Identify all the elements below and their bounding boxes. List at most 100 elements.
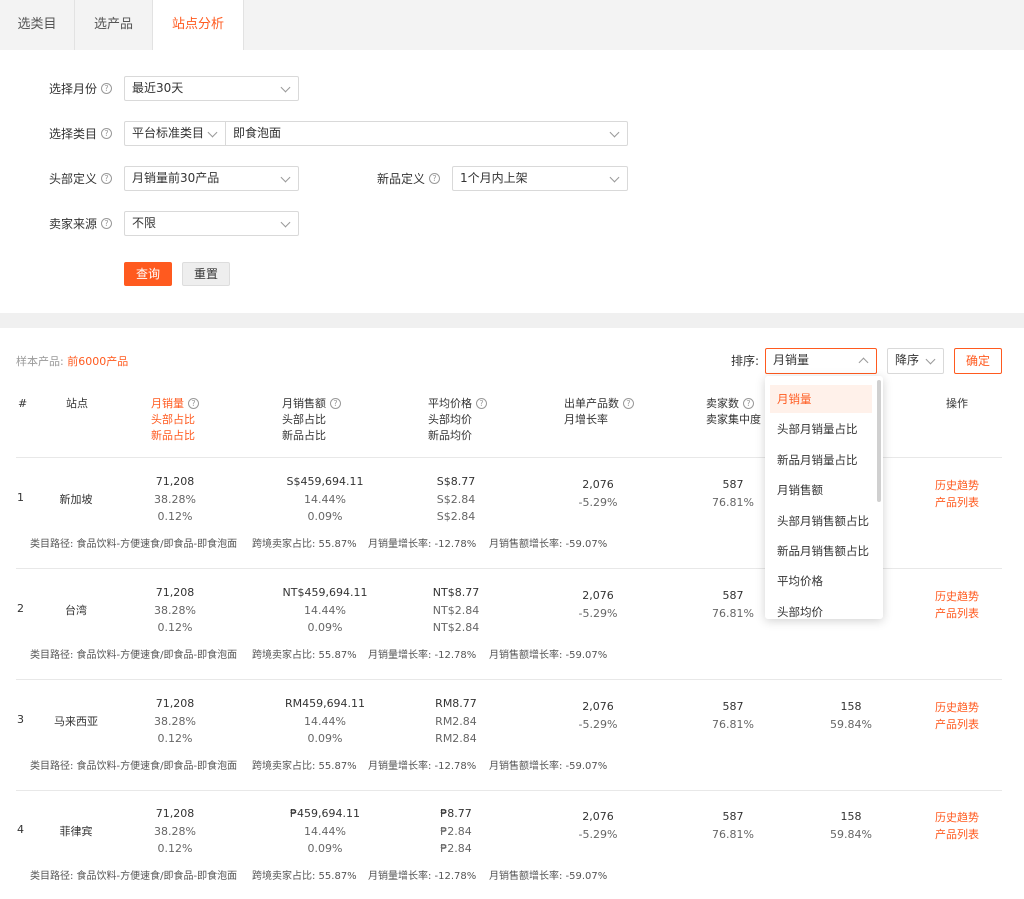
- month-select-value: 最近30天: [132, 81, 184, 95]
- revenue-growth: 月销售额增长率: -59.07%: [489, 761, 608, 772]
- product-list-link[interactable]: 产品列表: [935, 826, 979, 843]
- col-header-sellers[interactable]: 卖家数? 卖家集中度: [706, 396, 761, 428]
- chevron-down-icon: [280, 82, 291, 93]
- sales-cell: 71,208 38.28% 0.12%: [125, 695, 225, 748]
- help-icon[interactable]: ?: [330, 397, 341, 409]
- help-icon[interactable]: ?: [188, 397, 199, 409]
- price-cell-line: ₱8.77: [440, 807, 472, 820]
- new-def-label-text: 新品定义: [377, 172, 426, 186]
- price-cell: S$8.77 S$2.84 S$2.84: [406, 473, 506, 526]
- sales-cell: 71,208 38.28% 0.12%: [125, 805, 225, 858]
- sort-option[interactable]: 头部月销量占比: [770, 415, 872, 443]
- sales-cell-line: 71,208: [155, 586, 195, 599]
- sales-cell-line: 38.28%: [154, 603, 196, 617]
- row-index: 2: [17, 602, 24, 615]
- revenue-cell-line: 14.44%: [304, 714, 346, 728]
- concentration-cell: 158 59.84%: [801, 808, 901, 843]
- category-path: 类目路径: 食品饮料-方便速食/即食品-即食泡面: [30, 871, 238, 882]
- sales-cell-line: 71,208: [155, 697, 195, 710]
- category-path: 类目路径: 食品饮料-方便速食/即食品-即食泡面: [30, 650, 238, 661]
- head-def-select[interactable]: 月销量前30产品: [124, 166, 299, 191]
- price-cell-line: RM8.77: [435, 697, 477, 710]
- tab-site-analysis[interactable]: 站点分析: [153, 0, 244, 50]
- chevron-up-icon: [858, 357, 869, 368]
- price-cell-line: ₱2.84: [440, 824, 472, 838]
- col-header-sales-sub2: 新品占比: [151, 429, 195, 442]
- tab-product[interactable]: 选产品: [75, 0, 153, 50]
- tab-bar: 选类目 选产品 站点分析: [0, 0, 1024, 50]
- sort-option[interactable]: 新品月销售额占比: [770, 537, 872, 565]
- col-header-sales[interactable]: 月销量? 头部占比 新品占比: [151, 396, 199, 444]
- category-select[interactable]: 平台标准类目 即食泡面: [124, 121, 628, 146]
- col-header-revenue-sub2: 新品占比: [282, 429, 326, 442]
- order-select-value: 降序: [895, 353, 920, 367]
- history-trend-link[interactable]: 历史趋势: [935, 809, 979, 826]
- products-cell-line: 2,076: [582, 589, 614, 602]
- price-cell-line: NT$8.77: [432, 586, 480, 599]
- sort-option[interactable]: 头部均价: [770, 598, 872, 619]
- new-def-select[interactable]: 1个月内上架: [452, 166, 628, 191]
- history-trend-link[interactable]: 历史趋势: [935, 477, 979, 494]
- chevron-down-icon: [280, 217, 291, 228]
- query-button[interactable]: 查询: [124, 262, 172, 286]
- new-def-value: 1个月内上架: [460, 171, 528, 185]
- sellers-cell-line: 76.81%: [712, 827, 754, 841]
- col-header-products-sub1: 月增长率: [564, 413, 608, 426]
- help-icon[interactable]: ?: [101, 173, 113, 184]
- category-value-select[interactable]: 即食泡面: [226, 122, 627, 145]
- seller-source-label: 卖家来源?: [49, 212, 113, 236]
- product-list-link[interactable]: 产品列表: [935, 605, 979, 622]
- revenue-cell-line: 0.09%: [307, 842, 343, 855]
- help-icon[interactable]: ?: [101, 83, 113, 94]
- col-header-sellers-sub1: 卖家集中度: [706, 413, 761, 426]
- divider: [16, 679, 1002, 680]
- revenue-cell-line: S$459,694.11: [286, 475, 364, 488]
- history-trend-link[interactable]: 历史趋势: [935, 699, 979, 716]
- revenue-growth: 月销售额增长率: -59.07%: [489, 650, 608, 661]
- col-header-price[interactable]: 平均价格? 头部均价 新品均价: [428, 396, 487, 444]
- help-icon[interactable]: ?: [429, 173, 441, 184]
- head-def-value: 月销量前30产品: [132, 171, 220, 185]
- order-select[interactable]: 降序: [887, 348, 944, 374]
- sales-cell-line: 0.12%: [157, 510, 193, 523]
- sort-option[interactable]: 头部月销售额占比: [770, 507, 872, 535]
- help-icon[interactable]: ?: [101, 218, 113, 229]
- month-select[interactable]: 最近30天: [124, 76, 299, 101]
- sellers-cell: 587 76.81%: [683, 808, 783, 843]
- products-cell-line: -5.29%: [578, 495, 618, 509]
- seller-source-value: 不限: [132, 216, 157, 230]
- col-header-revenue[interactable]: 月销售额? 头部占比 新品占比: [282, 396, 341, 444]
- seller-source-label-text: 卖家来源: [49, 217, 98, 231]
- sort-select[interactable]: 月销量: [765, 348, 877, 374]
- product-list-link[interactable]: 产品列表: [935, 494, 979, 511]
- product-list-link[interactable]: 产品列表: [935, 716, 979, 733]
- col-header-products[interactable]: 出单产品数? 月增长率: [564, 396, 634, 428]
- row-index: 4: [17, 823, 24, 836]
- cross-border-ratio: 跨境卖家占比: 55.87%: [252, 761, 357, 772]
- help-icon[interactable]: ?: [623, 397, 634, 409]
- history-trend-link[interactable]: 历史趋势: [935, 588, 979, 605]
- help-icon[interactable]: ?: [476, 397, 487, 409]
- revenue-cell: S$459,694.11 14.44% 0.09%: [255, 473, 395, 526]
- sort-option[interactable]: 月销量: [770, 385, 872, 413]
- sample-value: 前6000产品: [67, 355, 129, 368]
- price-cell-line: S$2.84: [436, 492, 476, 506]
- dropdown-scrollbar[interactable]: [877, 380, 881, 502]
- row-actions: 历史趋势 产品列表: [935, 809, 979, 843]
- sort-option[interactable]: 月销售额: [770, 476, 872, 504]
- help-icon[interactable]: ?: [743, 397, 754, 409]
- sort-option[interactable]: 平均价格: [770, 567, 872, 595]
- filter-panel: 选择月份? 最近30天 选择类目? 平台标准类目 即食泡面 头部定义? 月销量前…: [0, 50, 1024, 313]
- category-label: 选择类目?: [49, 122, 113, 146]
- sort-option[interactable]: 新品月销量占比: [770, 446, 872, 474]
- category-type-select[interactable]: 平台标准类目: [125, 122, 226, 145]
- help-icon[interactable]: ?: [101, 128, 113, 139]
- sort-dropdown: 月销量 头部月销量占比 新品月销量占比 月销售额头部月销售额占比 新品月销售额占比 平均价…: [765, 376, 883, 619]
- confirm-button[interactable]: 确定: [954, 348, 1002, 374]
- col-header-sellers-title: 卖家数: [706, 397, 739, 410]
- seller-source-select[interactable]: 不限: [124, 211, 299, 236]
- revenue-cell: ₱459,694.11 14.44% 0.09%: [255, 805, 395, 858]
- reset-button[interactable]: 重置: [182, 262, 230, 286]
- sales-cell-line: 0.12%: [157, 621, 193, 634]
- tab-category[interactable]: 选类目: [0, 0, 75, 50]
